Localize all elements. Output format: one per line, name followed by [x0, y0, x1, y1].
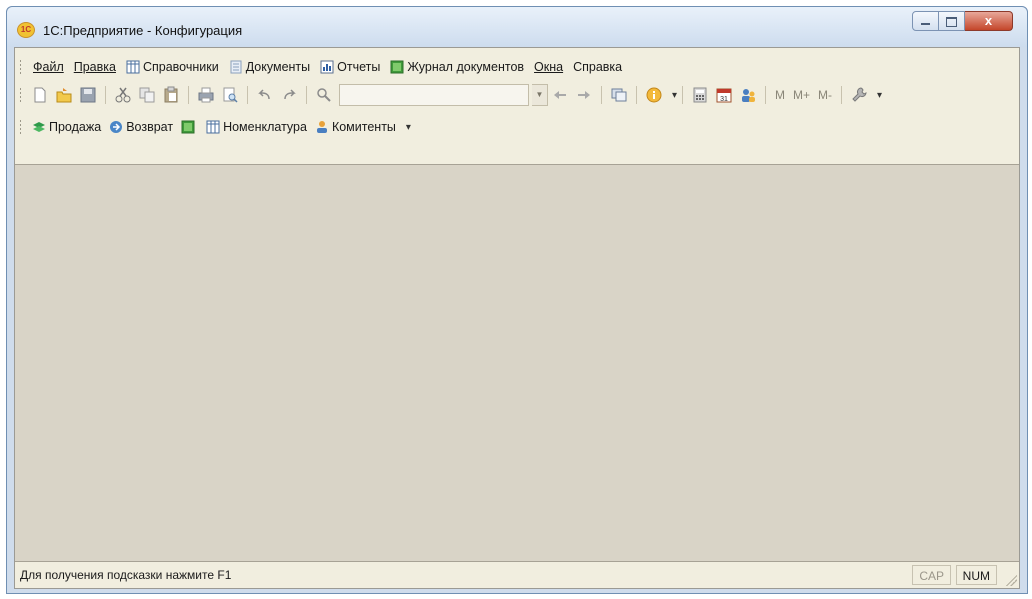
1c-logo-icon[interactable]: 1С	[17, 22, 35, 38]
find-prev-icon[interactable]	[575, 86, 593, 104]
menu-catalogs-label: Справочники	[142, 60, 219, 74]
cut-icon[interactable]	[114, 86, 132, 104]
workspace-area[interactable]	[15, 165, 1019, 562]
more-options-chevron-icon[interactable]: ▾	[672, 90, 677, 101]
toolbar-separator	[188, 86, 189, 104]
toolbar-separator	[636, 86, 637, 104]
menu-catalogs[interactable]: Справочники	[121, 56, 224, 78]
print-icon[interactable]	[197, 86, 215, 104]
quick-sale-button[interactable]: Продажа	[28, 116, 105, 138]
quick-nomenclature-label: Номенклатура	[223, 120, 307, 134]
quick-access-bar: Продажа Возврат Номенклатура Комитенты ▾	[15, 114, 1019, 140]
menu-journal-label: Журнал документов	[407, 60, 525, 74]
memory-plus-button[interactable]: M+	[793, 88, 810, 102]
app-window: 1С 1С:Предприятие - Конфигурация x Файл …	[6, 6, 1028, 594]
menu-documents[interactable]: Документы	[224, 56, 315, 78]
quick-sale-label: Продажа	[49, 120, 102, 134]
menu-edit[interactable]: Правка	[69, 56, 121, 78]
menu-windows-label: Окна	[534, 60, 564, 74]
redo-icon[interactable]	[280, 86, 298, 104]
maximize-button[interactable]	[939, 11, 965, 31]
find-next-icon[interactable]	[551, 86, 569, 104]
undo-icon[interactable]	[256, 86, 274, 104]
calendar-icon[interactable]: 31	[715, 86, 733, 104]
status-hint: Для получения подсказки нажмите F1	[20, 568, 232, 582]
quick-journal-button[interactable]	[177, 116, 202, 138]
toolbar-grip[interactable]	[19, 87, 22, 103]
resize-grip-icon[interactable]	[1003, 572, 1017, 586]
menu-file[interactable]: Файл	[28, 56, 69, 78]
menu-bar: Файл Правка Справочники Документы Отчеты…	[15, 54, 1019, 80]
window-title: 1С:Предприятие - Конфигурация	[43, 23, 243, 38]
window-controls: x	[912, 11, 1013, 33]
journal-green-icon	[181, 120, 195, 134]
table-icon	[126, 60, 140, 74]
users-icon[interactable]	[739, 86, 757, 104]
info-icon[interactable]	[645, 86, 663, 104]
svg-text:31: 31	[720, 96, 728, 103]
toolbar-separator	[682, 86, 684, 104]
minimize-button[interactable]	[912, 11, 939, 31]
print-preview-icon[interactable]	[221, 86, 239, 104]
windows-list-icon[interactable]	[610, 86, 628, 104]
open-folder-icon[interactable]	[55, 86, 73, 104]
title-bar[interactable]: 1С 1С:Предприятие - Конфигурация x	[7, 7, 1027, 47]
search-dropdown-button[interactable]: ▼	[532, 84, 548, 106]
wrench-icon[interactable]	[850, 86, 868, 104]
menu-windows[interactable]: Окна	[529, 56, 568, 78]
standard-toolbar: ▼ ▾ 31 M M+ M- ▾	[15, 82, 1019, 108]
menubar-grip[interactable]	[19, 59, 22, 75]
menu-help-label: Справка	[573, 60, 623, 74]
quick-return-button[interactable]: Возврат	[105, 116, 177, 138]
toolbar-separator	[247, 86, 248, 104]
quick-return-label: Возврат	[126, 120, 174, 134]
table-icon	[206, 120, 220, 134]
command-bars: Файл Правка Справочники Документы Отчеты…	[15, 48, 1019, 165]
menu-reports[interactable]: Отчеты	[315, 56, 385, 78]
menu-help[interactable]: Справка	[568, 56, 627, 78]
paste-icon[interactable]	[162, 86, 180, 104]
toolbar-separator	[105, 86, 106, 104]
caps-lock-indicator: CAP	[912, 565, 951, 585]
report-icon	[320, 60, 334, 74]
status-bar: Для получения подсказки нажмите F1 CAP N…	[15, 561, 1019, 588]
menu-journal[interactable]: Журнал документов	[385, 56, 529, 78]
return-icon	[110, 121, 123, 133]
memory-minus-button[interactable]: M-	[818, 88, 832, 102]
menu-documents-label: Документы	[245, 60, 311, 74]
save-icon[interactable]	[79, 86, 97, 104]
new-document-icon[interactable]	[31, 86, 49, 104]
quickbar-grip[interactable]	[19, 119, 22, 135]
menu-reports-label: Отчеты	[337, 60, 381, 74]
toolbar-separator	[765, 86, 767, 104]
search-input[interactable]	[339, 84, 529, 106]
toolbar-overflow-chevron-icon[interactable]: ▾	[877, 90, 882, 101]
memory-button[interactable]: M	[775, 88, 785, 102]
quick-consignors-label: Комитенты	[331, 120, 396, 134]
search-icon[interactable]	[315, 86, 333, 104]
calculator-icon[interactable]	[691, 86, 709, 104]
menu-file-label: Файл	[33, 60, 64, 74]
toolbar-separator	[306, 86, 307, 104]
copy-icon[interactable]	[138, 86, 156, 104]
num-lock-indicator: NUM	[955, 565, 997, 585]
menu-edit-label: Правка	[73, 60, 116, 74]
quick-consignors-button[interactable]: Комитенты	[311, 116, 400, 138]
main-client-area: Файл Правка Справочники Документы Отчеты…	[14, 47, 1020, 589]
journal-icon	[390, 60, 404, 74]
close-button[interactable]: x	[965, 11, 1013, 31]
document-icon	[230, 60, 242, 74]
toolbar-separator	[841, 86, 843, 104]
toolbar-separator	[601, 86, 602, 104]
sale-icon	[33, 122, 45, 132]
quick-nomenclature-button[interactable]: Номенклатура	[202, 116, 311, 138]
user-icon	[316, 121, 327, 133]
quickbar-overflow-chevron-icon[interactable]: ▾	[406, 122, 411, 133]
